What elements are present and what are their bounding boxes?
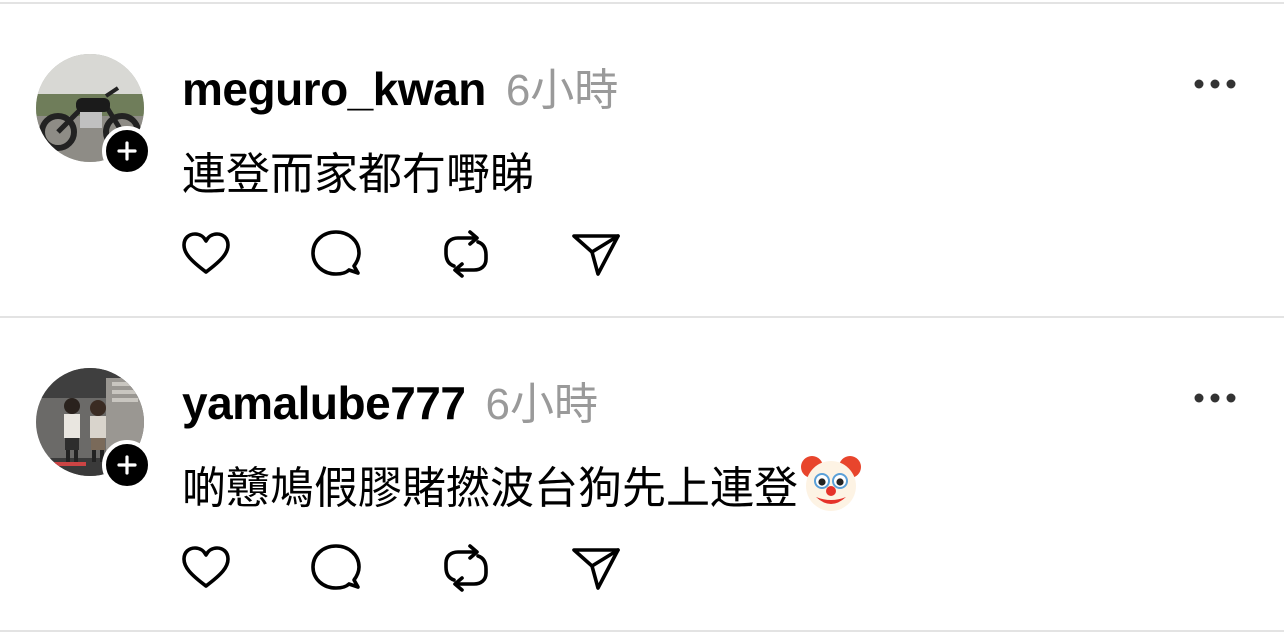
post-header: yamalube777 6小時 — [182, 368, 598, 432]
share-button[interactable] — [568, 226, 624, 282]
username[interactable]: yamalube777 — [182, 376, 466, 430]
post-1: meguro_kwan 6小時 連登而家都冇嘢睇 — [0, 4, 1284, 316]
follow-button[interactable] — [102, 126, 152, 176]
post-2: yamalube777 6小時 啲戇鳩假膠賭撚波台狗先上連登 — [0, 318, 1284, 630]
comment-icon — [311, 230, 361, 276]
share-icon — [572, 234, 620, 276]
more-options-button[interactable] — [1190, 74, 1240, 94]
share-button[interactable] — [568, 540, 624, 596]
like-button[interactable] — [178, 226, 234, 282]
post-actions — [178, 540, 624, 596]
more-options-button[interactable] — [1190, 388, 1240, 408]
username[interactable]: meguro_kwan — [182, 62, 486, 116]
plus-icon — [117, 455, 137, 475]
comment-button[interactable] — [308, 540, 364, 596]
post-text-content: 連登而家都冇嘢睇 — [182, 150, 534, 199]
post-text: 啲戇鳩假膠賭撚波台狗先上連登 — [182, 452, 862, 516]
heart-icon — [182, 546, 230, 588]
post-header: meguro_kwan 6小時 — [182, 54, 618, 118]
plus-icon — [117, 141, 137, 161]
comment-icon — [311, 544, 361, 590]
bottom-divider — [0, 630, 1284, 632]
more-dots-icon — [1194, 79, 1236, 89]
post-text-content: 啲戇鳩假膠賭撚波台狗先上連登 — [182, 464, 798, 513]
like-button[interactable] — [178, 540, 234, 596]
repost-icon — [444, 230, 488, 278]
clown-face-icon — [800, 453, 862, 515]
post-actions — [178, 226, 624, 282]
timestamp: 6小時 — [485, 380, 598, 429]
post-text: 連登而家都冇嘢睇 — [182, 138, 534, 202]
timestamp: 6小時 — [505, 66, 619, 115]
repost-icon — [444, 544, 488, 592]
heart-icon — [182, 232, 230, 274]
follow-button[interactable] — [102, 440, 152, 490]
share-icon — [572, 548, 620, 590]
comment-button[interactable] — [308, 226, 364, 282]
more-dots-icon — [1194, 393, 1236, 403]
repost-button[interactable] — [438, 226, 494, 282]
repost-button[interactable] — [438, 540, 494, 596]
